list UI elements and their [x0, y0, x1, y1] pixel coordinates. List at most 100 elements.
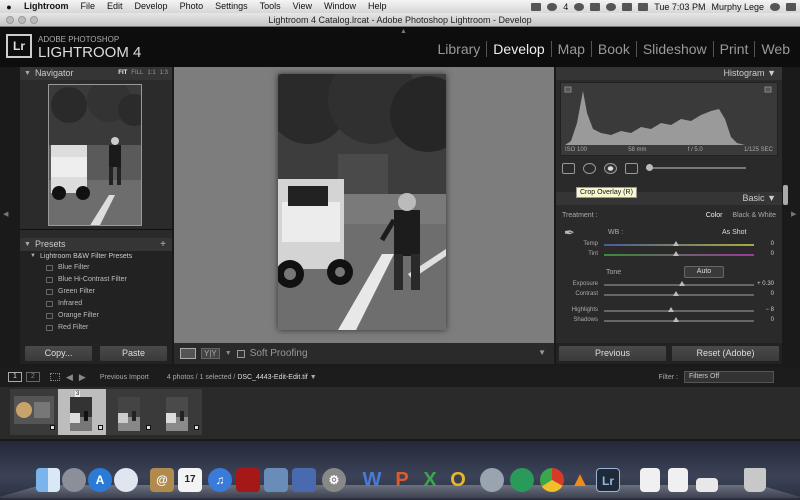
- back-arrow-icon[interactable]: ◀: [66, 372, 73, 383]
- outlook-icon[interactable]: O: [446, 468, 470, 492]
- contrast-value[interactable]: 0: [771, 291, 774, 297]
- wifi-icon[interactable]: [606, 2, 617, 11]
- preset-item[interactable]: Blue Filter: [20, 262, 172, 274]
- filmstrip-thumbnail-selected[interactable]: 3: [58, 389, 106, 435]
- tint-slider-knob[interactable]: [673, 251, 679, 256]
- collapse-triangle-icon[interactable]: ▼: [767, 193, 776, 203]
- utility-icon[interactable]: [510, 468, 534, 492]
- vlc-icon[interactable]: ▲: [568, 468, 592, 492]
- navigator-thumbnail[interactable]: [48, 84, 142, 226]
- menu-develop[interactable]: Develop: [129, 0, 174, 13]
- filmstrip-thumbnail[interactable]: [106, 389, 154, 435]
- right-panel-toggle-icon[interactable]: ▶: [791, 210, 796, 218]
- powerpoint-icon[interactable]: P: [390, 468, 414, 492]
- module-web[interactable]: Web: [754, 41, 796, 57]
- finder-icon[interactable]: [36, 468, 60, 492]
- grid-view-icon[interactable]: [50, 373, 60, 381]
- menu-app[interactable]: Lightroom: [18, 0, 75, 13]
- chrome-icon[interactable]: [540, 468, 564, 492]
- temp-slider[interactable]: [604, 244, 754, 246]
- network-icon[interactable]: [480, 468, 504, 492]
- exposure-slider-knob[interactable]: [679, 281, 685, 286]
- zoom-window-icon[interactable]: [30, 16, 38, 24]
- crop-overlay-icon[interactable]: [562, 162, 575, 174]
- spotlight-icon[interactable]: [770, 2, 780, 11]
- preset-item[interactable]: Green Filter: [20, 286, 172, 298]
- top-panel-toggle-icon[interactable]: ▲: [400, 28, 407, 35]
- soft-proofing-checkbox[interactable]: [236, 349, 245, 358]
- contacts-icon[interactable]: @: [150, 468, 174, 492]
- adjustment-brush-slider[interactable]: [646, 164, 746, 171]
- shadows-value[interactable]: 0: [771, 317, 774, 323]
- treatment-bw[interactable]: Black & White: [732, 212, 776, 219]
- menu-view[interactable]: View: [287, 0, 318, 13]
- paste-button[interactable]: Paste: [99, 345, 168, 362]
- loupe-view-icon[interactable]: [180, 348, 196, 359]
- add-preset-icon[interactable]: +: [160, 238, 166, 251]
- preset-item[interactable]: Blue Hi-Contrast Filter: [20, 274, 172, 286]
- zoom-fill[interactable]: FILL: [131, 67, 143, 80]
- module-develop[interactable]: Develop: [486, 41, 550, 57]
- toolbar-content-dropdown-icon[interactable]: ▼: [538, 348, 546, 357]
- document-icon[interactable]: [668, 468, 688, 492]
- notification-icon[interactable]: [786, 2, 796, 11]
- shadows-slider[interactable]: [604, 320, 754, 322]
- volume-icon[interactable]: [622, 2, 633, 11]
- filmstrip-thumbnail[interactable]: [10, 389, 58, 435]
- bluetooth-icon[interactable]: [590, 2, 601, 11]
- histogram[interactable]: ISO 100 58 mm f / 5.0 1/125 SEC: [560, 82, 778, 156]
- copy-button[interactable]: Copy...: [24, 345, 93, 362]
- close-window-icon[interactable]: [6, 16, 14, 24]
- collapse-triangle-icon[interactable]: ▼: [24, 238, 31, 251]
- before-after-button[interactable]: Y|Y: [201, 348, 220, 359]
- launchpad-icon[interactable]: [62, 468, 86, 492]
- sync-icon[interactable]: [547, 2, 558, 11]
- highlights-slider[interactable]: [604, 310, 754, 312]
- preset-item[interactable]: Orange Filter: [20, 310, 172, 322]
- menu-file[interactable]: File: [75, 0, 102, 13]
- itunes-icon[interactable]: ♫: [208, 468, 232, 492]
- filename-dropdown-icon[interactable]: ▼: [310, 374, 317, 381]
- drive-icon[interactable]: [696, 478, 718, 492]
- module-map[interactable]: Map: [550, 41, 591, 57]
- minimize-window-icon[interactable]: [18, 16, 26, 24]
- temp-value[interactable]: 0: [771, 241, 774, 247]
- module-slideshow[interactable]: Slideshow: [635, 41, 713, 57]
- document-icon[interactable]: [640, 468, 660, 492]
- navigator-header[interactable]: ▼ Navigator FIT FILL 1:1 1:3: [20, 67, 172, 80]
- filter-select[interactable]: Filters Off: [684, 371, 774, 383]
- preview-icon[interactable]: [292, 468, 316, 492]
- lightroom-dock-icon[interactable]: Lr: [596, 468, 620, 492]
- preset-item[interactable]: Infrared: [20, 298, 172, 310]
- before-after-dropdown-icon[interactable]: ▼: [225, 350, 232, 357]
- shadows-slider-knob[interactable]: [673, 317, 679, 322]
- collapse-triangle-icon[interactable]: ▼: [767, 68, 776, 78]
- system-preferences-icon[interactable]: ⚙: [322, 468, 346, 492]
- main-photo[interactable]: [278, 74, 446, 330]
- highlights-slider-knob[interactable]: [668, 307, 674, 312]
- excel-icon[interactable]: X: [418, 468, 442, 492]
- wb-select[interactable]: As Shot: [722, 229, 747, 236]
- current-filename[interactable]: DSC_4443-Edit-Edit.tif: [237, 374, 307, 381]
- collapse-triangle-icon[interactable]: ▼: [24, 67, 31, 80]
- trash-icon[interactable]: [744, 468, 766, 492]
- presets-header[interactable]: ▼ Presets +: [20, 238, 172, 251]
- safari-icon[interactable]: [114, 468, 138, 492]
- module-print[interactable]: Print: [712, 41, 755, 57]
- preset-item[interactable]: Red Filter: [20, 322, 172, 334]
- red-eye-icon[interactable]: [604, 162, 617, 174]
- contrast-slider[interactable]: [604, 294, 754, 296]
- previous-button[interactable]: Previous: [558, 345, 667, 362]
- time-machine-icon[interactable]: [574, 2, 585, 11]
- module-book[interactable]: Book: [590, 41, 636, 57]
- adobe-badge[interactable]: 4: [563, 2, 568, 12]
- app-store-icon[interactable]: A: [88, 468, 112, 492]
- auto-tone-button[interactable]: Auto: [684, 266, 724, 278]
- filmstrip-thumbnail[interactable]: [154, 389, 202, 435]
- zoom-1-3[interactable]: 1:3: [160, 67, 168, 80]
- contrast-slider-knob[interactable]: [673, 291, 679, 296]
- user-name[interactable]: Murphy Lege: [711, 2, 764, 12]
- tint-value[interactable]: 0: [771, 251, 774, 257]
- graduated-filter-icon[interactable]: [625, 162, 638, 174]
- word-icon[interactable]: W: [360, 468, 384, 492]
